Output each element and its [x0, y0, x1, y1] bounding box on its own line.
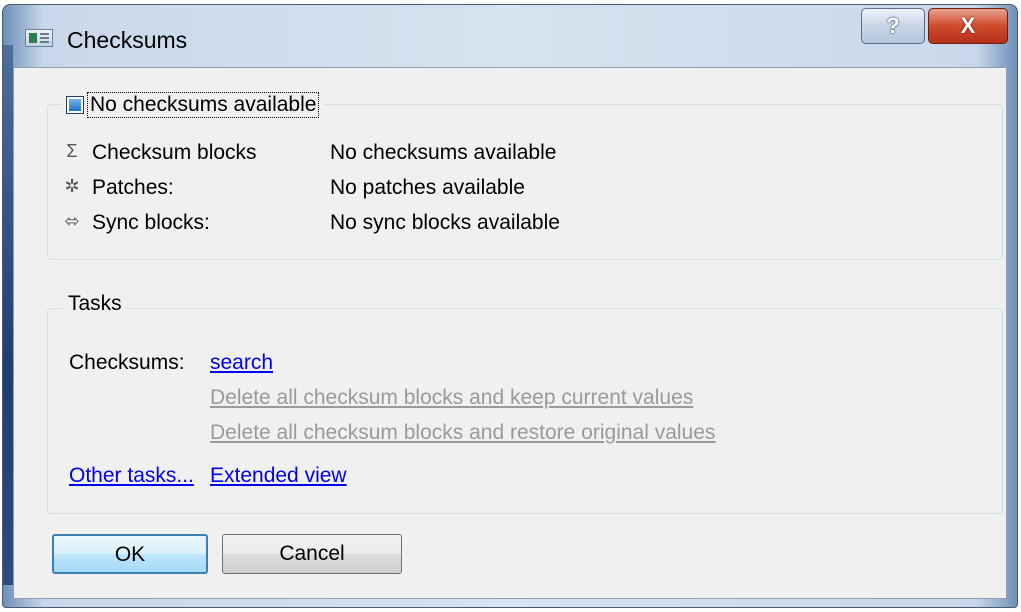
help-button[interactable]: ? [861, 8, 925, 44]
patches-label: Patches: [92, 176, 174, 199]
app-icon [25, 29, 53, 47]
dialog-client-area: No checksums available Σ Checksum blocks… [13, 67, 1007, 599]
ok-button[interactable]: OK [52, 534, 208, 574]
window-border-accent [3, 45, 13, 585]
patches-value: No patches available [330, 176, 525, 199]
sync-blocks-value: No sync blocks available [330, 211, 560, 234]
sync-blocks-label: Sync blocks: [92, 211, 210, 234]
checksum-blocks-value: No checksums available [330, 141, 557, 164]
sync-icon: ⬄ [64, 211, 80, 231]
sigma-icon: Σ [66, 141, 78, 161]
other-tasks-link[interactable]: Other tasks... [69, 464, 194, 488]
window-title: Checksums [67, 27, 188, 53]
checksum-status-header[interactable]: No checksums available [62, 92, 324, 118]
checksum-status-group [47, 104, 1003, 260]
close-button[interactable]: X [928, 8, 1008, 44]
delete-keep-values-link[interactable]: Delete all checksum blocks and keep curr… [210, 386, 693, 410]
checksums-tasks-label: Checksums: [69, 351, 185, 374]
tasks-group-title: Tasks [64, 292, 126, 316]
cancel-button[interactable]: Cancel [222, 534, 402, 574]
checksums-checkbox-label[interactable]: No checksums available [87, 92, 320, 118]
extended-view-link[interactable]: Extended view [210, 464, 347, 488]
checksums-checkbox[interactable] [66, 96, 84, 114]
checksums-dialog: Checksums ? X No checksums available Σ C… [2, 4, 1018, 608]
delete-restore-values-link[interactable]: Delete all checksum blocks and restore o… [210, 421, 715, 445]
patch-icon: ✲ [64, 176, 80, 196]
checksum-blocks-label: Checksum blocks [92, 141, 257, 164]
search-link[interactable]: search [210, 351, 273, 375]
title-bar[interactable]: Checksums ? X [3, 5, 1017, 67]
